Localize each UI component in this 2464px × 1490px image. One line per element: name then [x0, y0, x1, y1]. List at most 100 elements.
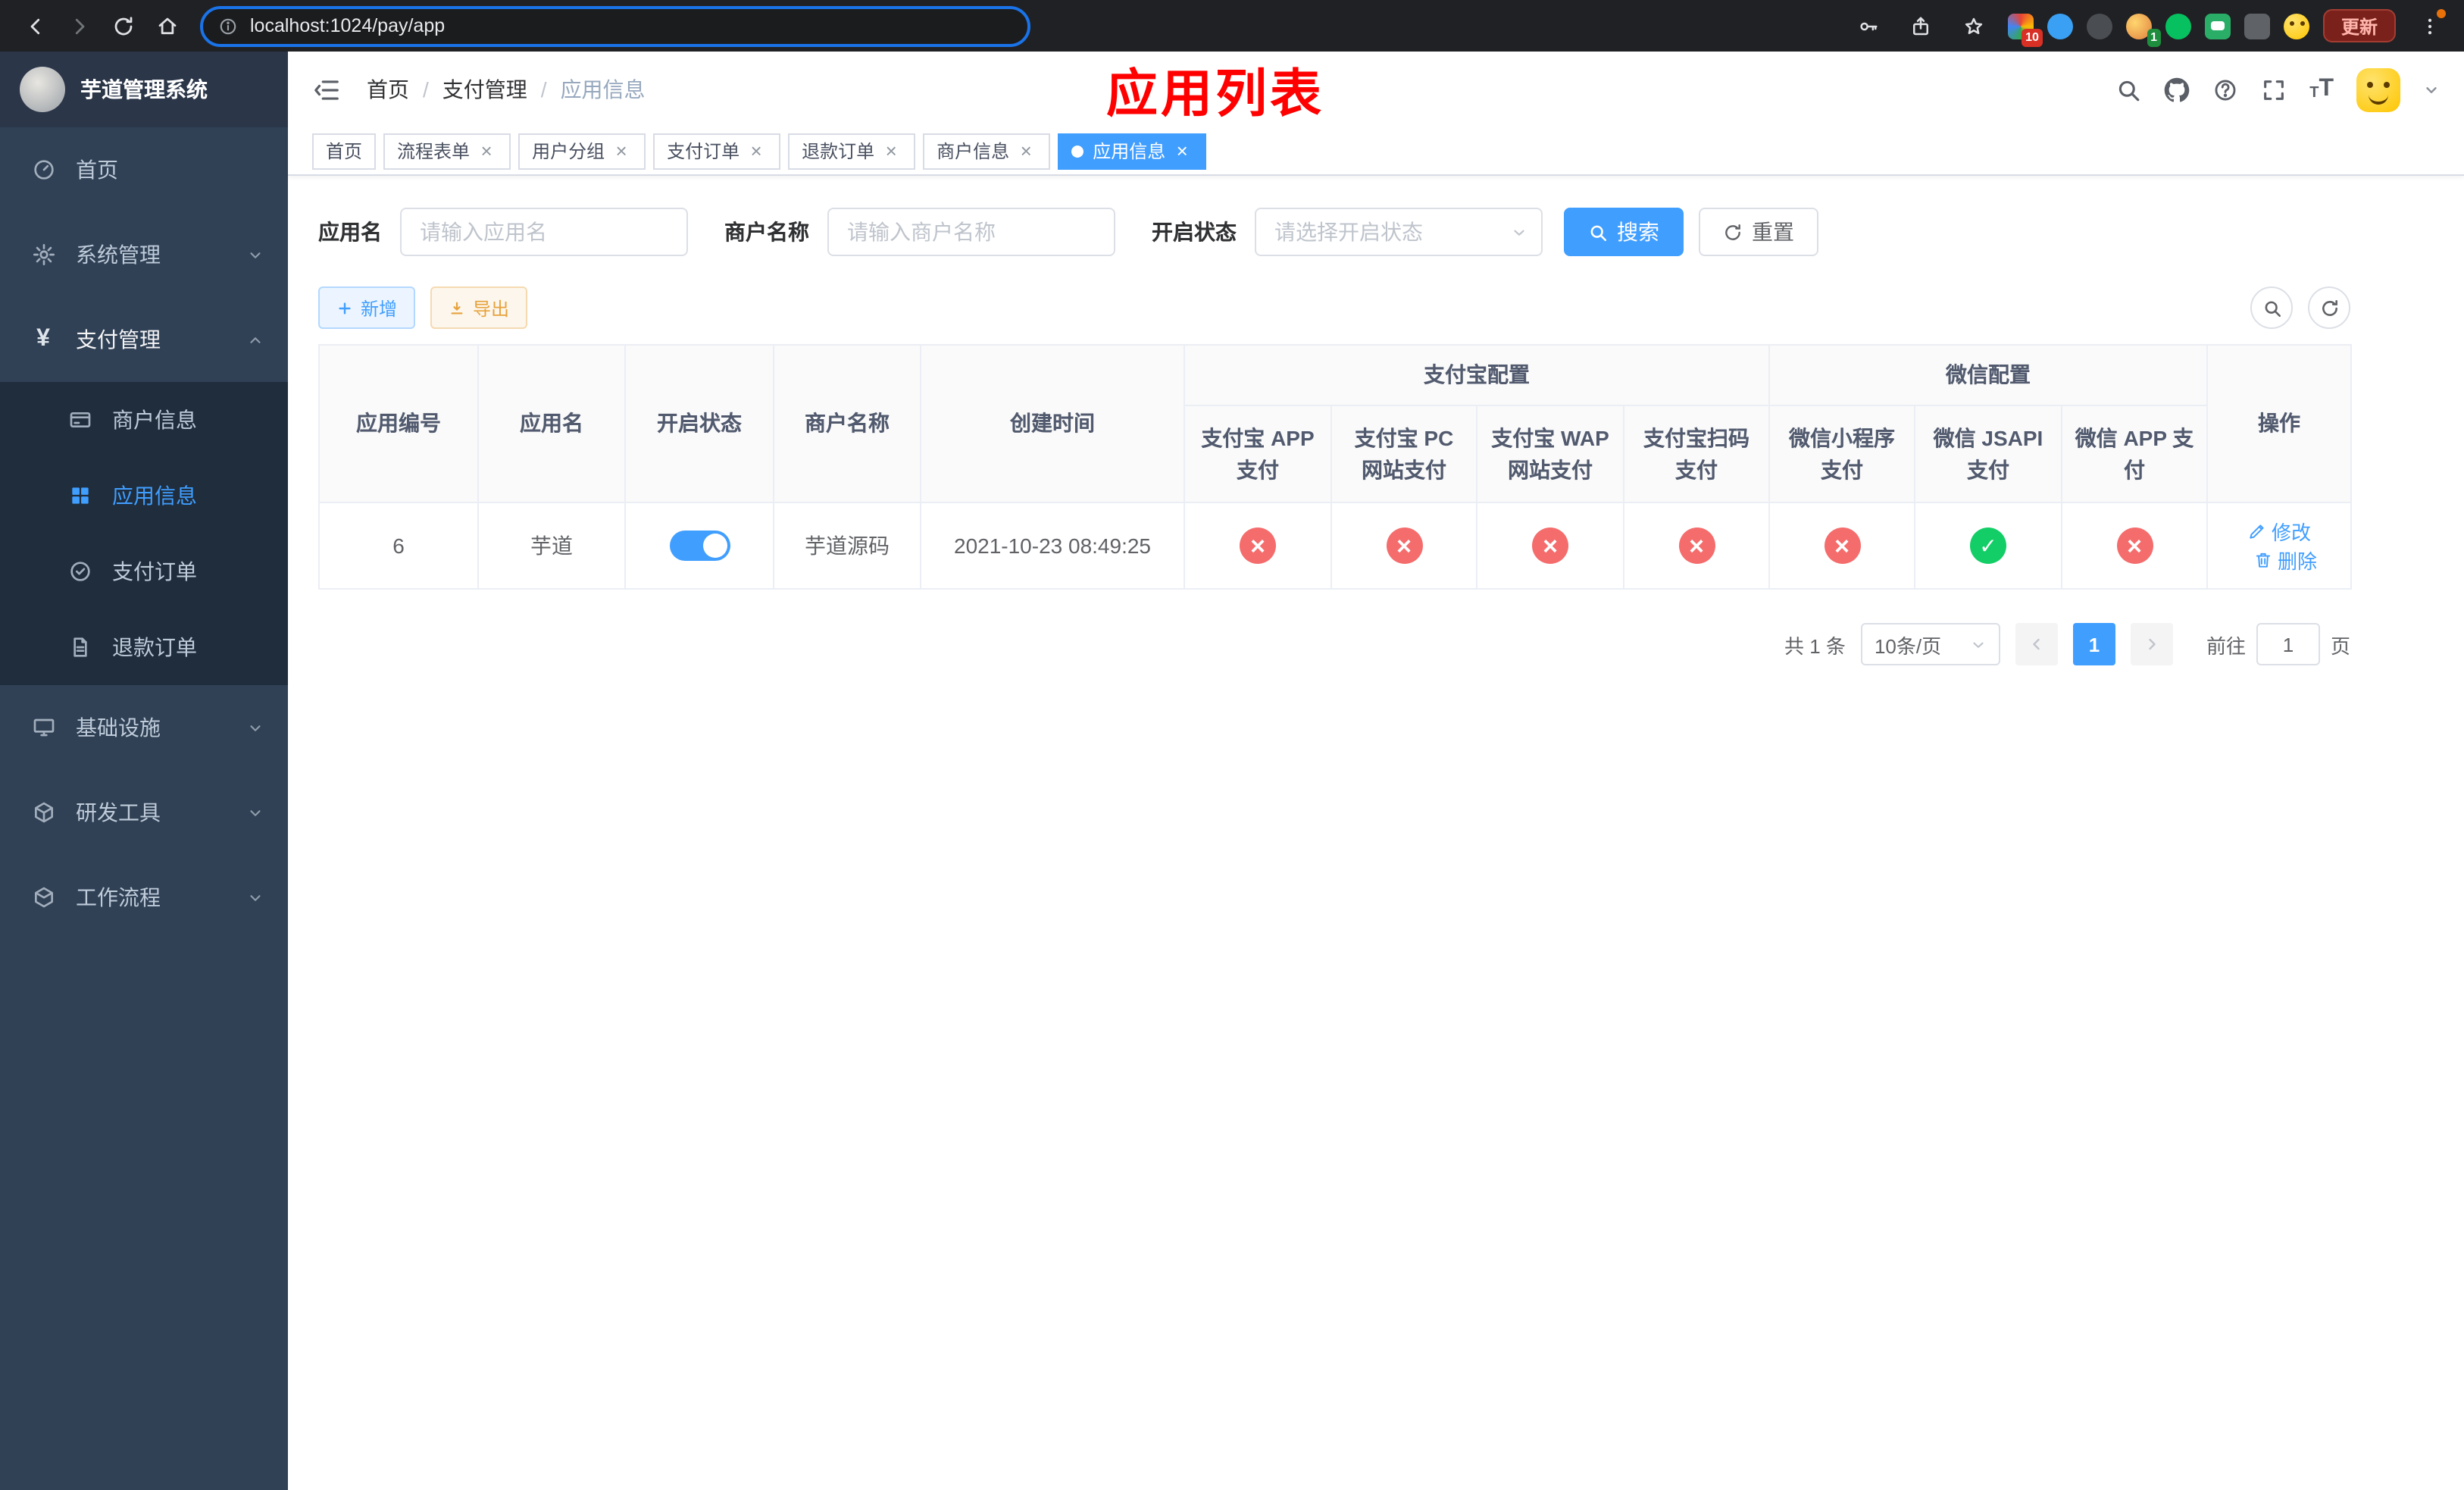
- extension-icon-3[interactable]: [2086, 13, 2112, 39]
- browser-update-button[interactable]: 更新: [2322, 9, 2396, 42]
- tab-merchant-info[interactable]: 商户信息: [923, 133, 1051, 169]
- breadcrumb-payment[interactable]: 支付管理: [442, 74, 527, 105]
- help-icon[interactable]: [2212, 77, 2238, 102]
- wx-app-status-icon: [2116, 527, 2153, 564]
- bookmark-star-icon[interactable]: [1955, 6, 1994, 45]
- bank-card-icon: [67, 407, 92, 433]
- chevron-up-icon: [247, 331, 264, 348]
- page-number-button[interactable]: 1: [2072, 623, 2115, 665]
- col-header-alipay-qr: 支付宝扫码支付: [1623, 405, 1770, 503]
- status-select[interactable]: 请选择开启状态: [1255, 208, 1543, 256]
- toggle-search-button[interactable]: [2250, 286, 2293, 329]
- add-button[interactable]: 新增: [318, 286, 416, 329]
- share-icon[interactable]: [1902, 6, 1941, 45]
- sidebar-item-label: 支付管理: [76, 327, 161, 352]
- forward-icon[interactable]: [59, 6, 98, 45]
- goto-page: 前往 页: [2206, 623, 2350, 665]
- edit-button[interactable]: 修改: [2247, 517, 2311, 546]
- sidebar-item-workflow[interactable]: 工作流程: [0, 855, 288, 940]
- extension-icon-7[interactable]: [2244, 13, 2270, 39]
- password-key-icon[interactable]: [1849, 6, 1888, 45]
- alipay-pc-status-icon: [1386, 527, 1422, 564]
- close-icon[interactable]: [1015, 140, 1037, 161]
- close-icon[interactable]: [746, 140, 767, 161]
- sidebar-item-app-info[interactable]: 应用信息: [0, 458, 288, 534]
- search-button-label: 搜索: [1617, 220, 1659, 244]
- reload-icon[interactable]: [103, 6, 142, 45]
- site-info-icon[interactable]: [218, 16, 238, 36]
- app-name-input[interactable]: [400, 208, 688, 256]
- extension-icon-4[interactable]: 1: [2125, 13, 2161, 46]
- col-header-alipay-pc: 支付宝 PC 网站支付: [1330, 405, 1477, 503]
- export-button-label: 导出: [473, 298, 510, 319]
- update-dot: [2437, 9, 2446, 18]
- extension-icon-5[interactable]: [2165, 13, 2191, 39]
- reset-button[interactable]: 重置: [1699, 208, 1818, 256]
- page-size-value: 10条/页: [1874, 634, 1942, 657]
- tab-app-info[interactable]: 应用信息: [1058, 133, 1207, 169]
- screen: localhost:1024/pay/app 10 1 更新 芋道管理系统 首页…: [0, 0, 2464, 1490]
- font-size-icon[interactable]: [2309, 77, 2334, 102]
- tab-process-form[interactable]: 流程表单: [383, 133, 511, 169]
- breadcrumb-home[interactable]: 首页: [367, 74, 409, 105]
- tab-pay-order[interactable]: 支付订单: [653, 133, 781, 169]
- next-page-button[interactable]: [2130, 623, 2173, 665]
- page-size-select[interactable]: 10条/页: [1860, 623, 2000, 665]
- export-button[interactable]: 导出: [430, 286, 528, 329]
- add-button-label: 新增: [361, 298, 398, 319]
- search-icon[interactable]: [2115, 77, 2141, 102]
- close-icon[interactable]: [611, 140, 632, 161]
- col-header-app-id: 应用编号: [318, 344, 479, 503]
- home-icon[interactable]: [147, 6, 186, 45]
- cell-merchant: 芋道源码: [773, 502, 921, 590]
- url-bar[interactable]: localhost:1024/pay/app: [200, 5, 1030, 46]
- cell-actions: 修改 删除: [2206, 502, 2352, 590]
- goto-page-input[interactable]: [2256, 623, 2320, 665]
- sidebar-item-refund-order[interactable]: 退款订单: [0, 609, 288, 685]
- sidebar-item-home[interactable]: 首页: [0, 127, 288, 212]
- tab-user-group[interactable]: 用户分组: [518, 133, 646, 169]
- prev-page-button[interactable]: [2015, 623, 2058, 665]
- sidebar-item-label: 支付订单: [112, 559, 197, 584]
- app-title: 芋道管理系统: [80, 77, 208, 102]
- content: 应用名 商户名称 开启状态 请选择开启状态 搜索 重置 新增 导出: [288, 176, 2381, 665]
- chevron-down-icon: [1970, 636, 1987, 653]
- cell-wx-app: [2061, 502, 2208, 590]
- tab-home[interactable]: 首页: [312, 133, 377, 169]
- extension-badge: 1: [2147, 28, 2161, 46]
- sidebar: 芋道管理系统 首页 系统管理 支付管理 商户信息: [0, 52, 288, 1490]
- extension-icon-2[interactable]: [2047, 13, 2073, 39]
- goto-prefix-label: 前往: [2206, 634, 2246, 657]
- fullscreen-icon[interactable]: [2261, 77, 2287, 102]
- refresh-button[interactable]: [2308, 286, 2350, 329]
- yen-icon: [30, 327, 56, 352]
- status-toggle[interactable]: [669, 531, 730, 561]
- sidebar-item-pay-order[interactable]: 支付订单: [0, 534, 288, 609]
- sidebar-item-label: 退款订单: [112, 635, 197, 659]
- tab-label: 商户信息: [937, 141, 1010, 162]
- sidebar-item-payment[interactable]: 支付管理: [0, 297, 288, 382]
- sidebar-item-dev-tools[interactable]: 研发工具: [0, 770, 288, 855]
- merchant-name-input[interactable]: [827, 208, 1115, 256]
- sidebar-item-system[interactable]: 系统管理: [0, 212, 288, 297]
- workflow-icon: [30, 884, 56, 910]
- tab-refund-order[interactable]: 退款订单: [788, 133, 916, 169]
- col-header-actions: 操作: [2206, 344, 2352, 503]
- github-icon[interactable]: [2164, 77, 2190, 102]
- back-icon[interactable]: [15, 6, 55, 45]
- extension-icon-6[interactable]: [2204, 13, 2231, 39]
- close-icon[interactable]: [476, 140, 497, 161]
- close-icon[interactable]: [1171, 140, 1193, 161]
- search-button[interactable]: 搜索: [1564, 208, 1684, 256]
- hamburger-icon[interactable]: [312, 75, 341, 104]
- delete-button[interactable]: 删除: [2253, 546, 2317, 574]
- extension-icon-1[interactable]: 10: [2007, 13, 2043, 46]
- avatar[interactable]: [2356, 67, 2400, 111]
- emoji-extension-icon[interactable]: [2283, 13, 2309, 39]
- payment-submenu: 商户信息 应用信息 支付订单 退款订单: [0, 382, 288, 685]
- sidebar-item-merchant-info[interactable]: 商户信息: [0, 382, 288, 458]
- caret-down-icon[interactable]: [2423, 81, 2440, 98]
- browser-menu-icon[interactable]: [2409, 6, 2449, 45]
- close-icon[interactable]: [880, 140, 902, 161]
- sidebar-item-infra[interactable]: 基础设施: [0, 685, 288, 770]
